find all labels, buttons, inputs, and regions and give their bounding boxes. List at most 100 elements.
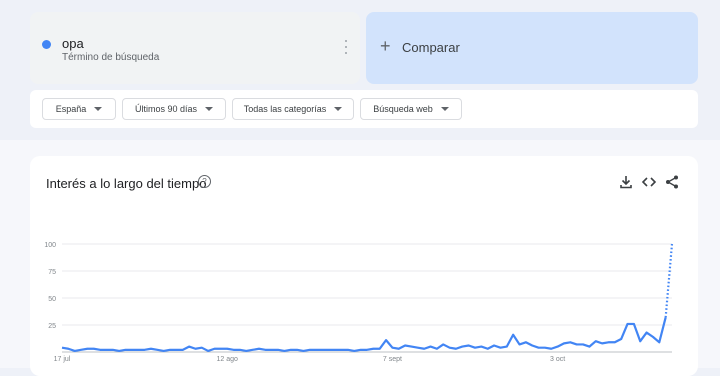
data-point [143,348,146,351]
data-point [582,343,585,346]
data-point [283,350,286,353]
data-point [448,346,451,349]
y-tick-label: 25 [48,323,56,330]
data-point [397,347,400,350]
region-filter-label: España [55,104,87,114]
x-tick-label: 12 ago [216,356,238,363]
data-point [61,346,64,349]
data-point [213,347,216,350]
data-point [645,331,648,334]
data-point [429,345,432,348]
data-point [378,347,381,350]
data-point [251,348,254,351]
data-point [334,348,337,351]
data-point [613,341,616,344]
data-point [372,347,375,350]
data-point [169,348,172,351]
data-point [308,348,311,351]
search-type-filter[interactable]: Búsqueda web [360,98,462,120]
chevron-down-icon [205,107,214,111]
region-filter[interactable]: España [42,98,116,120]
filter-bar: España Últimos 90 días Todas las categor… [30,90,698,128]
data-point [620,338,623,341]
data-point [130,348,133,351]
data-point [601,342,604,345]
data-point [264,348,267,351]
data-point [200,346,203,349]
data-point [493,344,496,347]
data-point [124,348,127,351]
compare-button[interactable]: + Comparar [366,12,698,84]
data-point [569,341,572,344]
period-filter[interactable]: Últimos 90 días [122,98,226,120]
data-point [632,323,635,326]
data-point [404,344,407,347]
data-point [626,323,629,326]
data-point [340,348,343,351]
data-point [99,348,102,351]
data-point [455,347,458,350]
search-term-name: opa [62,36,84,51]
data-point [652,335,655,338]
data-point [556,345,559,348]
data-point [594,340,597,343]
data-point [385,339,388,342]
data-point [671,243,674,246]
data-point [327,348,330,351]
data-point [664,316,667,319]
search-term-card[interactable]: opa Término de búsqueda [30,12,360,84]
data-point [544,346,547,349]
data-point [226,347,229,350]
data-point [480,345,483,348]
data-point [416,346,419,349]
data-point [239,348,242,351]
y-tick-label: 100 [44,242,56,249]
data-point [410,345,413,348]
data-point [245,350,248,353]
data-point [277,348,280,351]
data-point [499,346,502,349]
data-point [315,348,318,351]
x-tick-label: 3 oct [550,356,565,363]
data-point [86,347,89,350]
more-vert-icon[interactable] [344,40,348,54]
data-point [461,345,464,348]
data-point [156,348,159,351]
search-term-subtitle: Término de búsqueda [62,52,160,63]
interest-line-chart: 25 50 75 100 17 jul 12 ago 7 sept 3 oct [44,242,674,363]
data-point [366,348,369,351]
data-point [486,347,489,350]
data-point [67,347,70,350]
data-point [296,348,299,351]
data-point [588,345,591,348]
data-point [321,348,324,351]
chevron-down-icon [440,107,449,111]
data-point [531,344,534,347]
plus-icon: + [380,36,391,56]
series-partial-line [664,243,674,318]
category-filter-label: Todas las categorías [243,104,327,114]
data-point [194,347,197,350]
data-point [391,346,394,349]
data-point [518,343,521,346]
data-point [353,350,356,353]
data-point [80,348,83,351]
data-point [111,348,114,351]
data-point [467,344,470,347]
period-filter-label: Últimos 90 días [134,104,198,114]
data-point [150,347,153,350]
data-point [289,348,292,351]
data-point [658,341,661,344]
y-tick-label: 75 [48,269,56,276]
data-point [162,350,165,353]
chevron-down-icon [94,107,103,111]
data-point [537,346,540,349]
data-point [105,348,108,351]
category-filter[interactable]: Todas las categorías [232,98,354,120]
data-point [575,343,578,346]
search-type-filter-label: Búsqueda web [373,104,433,114]
data-point [563,342,566,345]
data-point [302,350,305,353]
compare-label: Comparar [402,40,460,55]
data-point [137,348,140,351]
